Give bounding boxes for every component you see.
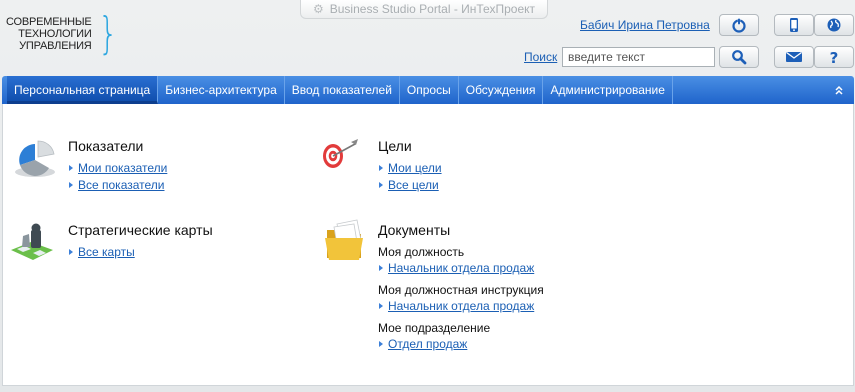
magnifier-icon bbox=[732, 50, 747, 65]
all-maps-link[interactable]: Все карты bbox=[69, 244, 213, 261]
indicators-title: Показатели bbox=[68, 138, 144, 154]
double-chevron-up-icon bbox=[835, 85, 843, 95]
main-navigation: Персональная страница Бизнес-архитектура… bbox=[2, 76, 854, 104]
my-job-description-link[interactable]: Начальник отдела продаж bbox=[379, 298, 544, 315]
nav-tab-personal-page[interactable]: Персональная страница bbox=[7, 76, 159, 104]
envelope-icon bbox=[786, 51, 802, 62]
logo-line-3: УПРАВЛЕНИЯ bbox=[19, 40, 92, 52]
documents-title: Документы bbox=[378, 222, 451, 238]
gear-icon: ⚙ bbox=[312, 2, 324, 16]
company-logo[interactable]: СОВРЕМЕННЫЕ ТЕХНОЛОГИИ УПРАВЛЕНИЯ } bbox=[6, 8, 122, 59]
nav-tab-business-architecture[interactable]: Бизнес-архитектура bbox=[158, 76, 285, 104]
personal-page-content: Показатели Мои показатели Все показатели… bbox=[2, 104, 854, 386]
my-position-label: Моя должность bbox=[378, 245, 465, 259]
nav-tab-administration[interactable]: Администрирование bbox=[543, 76, 673, 104]
search-link[interactable]: Поиск bbox=[524, 50, 557, 64]
messages-button[interactable] bbox=[774, 46, 814, 68]
nav-tab-indicator-input[interactable]: Ввод показателей bbox=[285, 76, 400, 104]
all-indicators-link[interactable]: Все показатели bbox=[68, 177, 167, 194]
nav-tab-discussions[interactable]: Обсуждения bbox=[459, 76, 544, 104]
language-button[interactable] bbox=[814, 14, 854, 36]
my-department-label: Мое подразделение bbox=[378, 321, 491, 335]
my-indicators-link[interactable]: Мои показатели bbox=[68, 160, 167, 177]
goals-target-icon bbox=[321, 136, 361, 175]
user-name-link[interactable]: Бабич Ирина Петровна bbox=[580, 18, 710, 32]
my-department-link[interactable]: Отдел продаж bbox=[379, 336, 544, 353]
strategic-maps-section: Стратегические карты Все карты bbox=[68, 222, 213, 261]
search-input[interactable] bbox=[562, 47, 715, 67]
window-title: Business Studio Portal - ИнТехПроект bbox=[329, 2, 535, 16]
indicators-section: Показатели Мои показатели Все показатели bbox=[68, 138, 167, 194]
nav-tab-surveys[interactable]: Опросы bbox=[400, 76, 459, 104]
search-button[interactable] bbox=[719, 46, 759, 68]
goals-section: Цели Мои цели Все цели bbox=[378, 138, 442, 194]
documents-section: Документы Моя должность Начальник отдела… bbox=[378, 222, 544, 353]
logout-button[interactable] bbox=[719, 14, 759, 36]
indicators-pie-chart-icon bbox=[13, 138, 61, 183]
strategic-maps-title: Стратегические карты bbox=[68, 222, 213, 238]
goals-title: Цели bbox=[378, 138, 412, 154]
svg-text:?: ? bbox=[830, 49, 839, 65]
logo-line-2: ТЕХНОЛОГИИ bbox=[18, 28, 92, 40]
header: СОВРЕМЕННЫЕ ТЕХНОЛОГИИ УПРАВЛЕНИЯ } ⚙ Bus… bbox=[0, 0, 855, 76]
strategy-map-chess-icon bbox=[9, 220, 55, 269]
collapse-header-button[interactable] bbox=[834, 76, 854, 104]
help-button[interactable]: ? bbox=[814, 46, 854, 68]
mobile-version-button[interactable] bbox=[774, 14, 814, 36]
documents-folder-icon bbox=[323, 218, 369, 267]
mobile-phone-icon bbox=[790, 18, 798, 32]
all-goals-link[interactable]: Все цели bbox=[379, 177, 442, 194]
my-position-link[interactable]: Начальник отдела продаж bbox=[379, 260, 544, 277]
power-icon bbox=[732, 18, 746, 33]
globe-icon bbox=[827, 18, 841, 32]
question-mark-icon: ? bbox=[830, 49, 839, 65]
my-goals-link[interactable]: Мои цели bbox=[379, 160, 442, 177]
my-job-description-label: Моя должностная инструкция bbox=[378, 283, 544, 297]
logo-brace-icon: } bbox=[97, 8, 118, 59]
logo-line-1: СОВРЕМЕННЫЕ bbox=[6, 16, 92, 28]
window-title-tab: ⚙ Business Studio Portal - ИнТехПроект bbox=[300, 0, 548, 19]
